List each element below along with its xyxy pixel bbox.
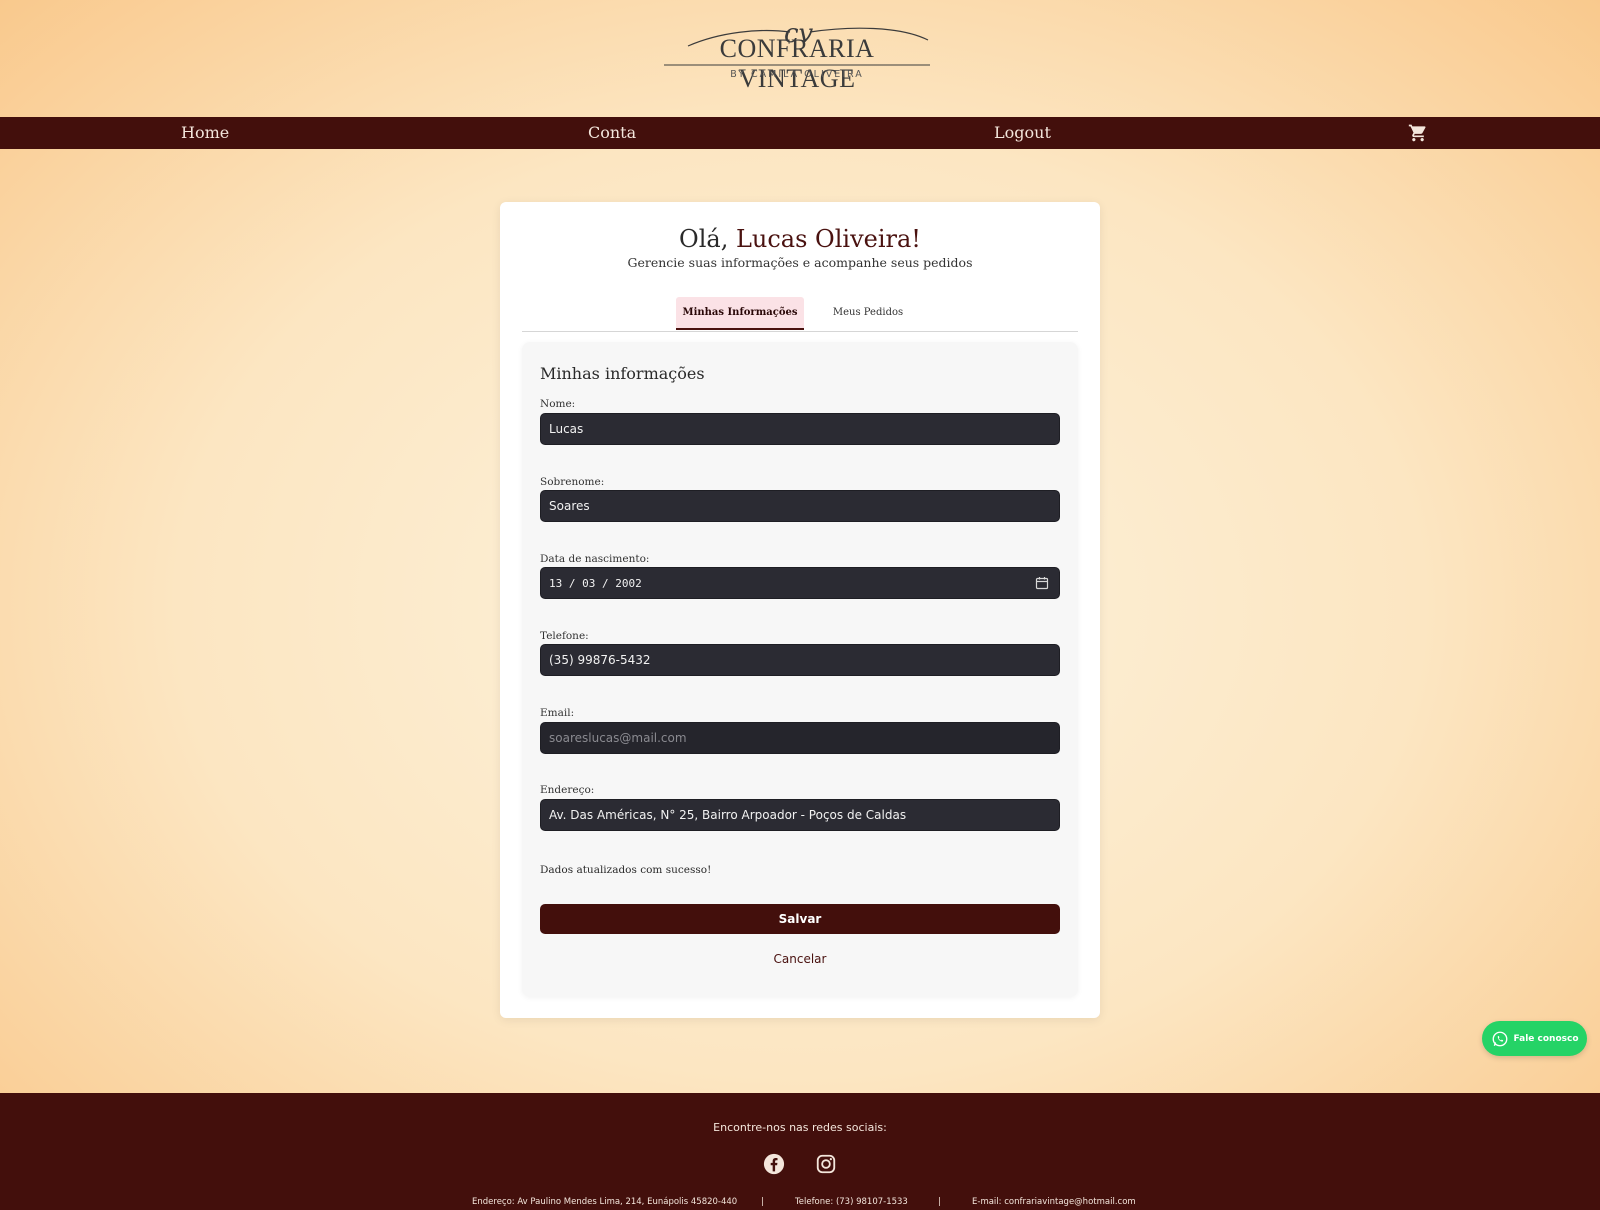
shopping-cart-icon[interactable] xyxy=(1408,123,1428,143)
profile-card: Olá, Lucas Oliveira! Gerencie suas infor… xyxy=(500,202,1100,1018)
nav-account[interactable]: Conta xyxy=(588,123,636,142)
facebook-icon[interactable] xyxy=(763,1153,785,1175)
brand-name: CONFRARIA VINTAGE xyxy=(719,34,875,93)
tab-my-information[interactable]: Minhas Informações xyxy=(676,297,804,330)
footer-email: E-mail: confrariavintage@hotmail.com xyxy=(972,1197,1136,1207)
greeting-prefix: Olá, xyxy=(679,225,736,253)
brand-byline: BY CAMILA OLIVEIRA xyxy=(730,69,864,80)
calendar-icon[interactable] xyxy=(1035,576,1049,590)
first-name-label: Nome: xyxy=(540,398,576,410)
main-nav: Home Conta Logout xyxy=(0,117,1600,149)
instagram-icon[interactable] xyxy=(815,1153,837,1175)
social-title: Encontre-nos nas redes sociais: xyxy=(713,1121,887,1134)
nav-logout[interactable]: Logout xyxy=(994,123,1051,142)
page-subtitle: Gerencie suas informações e acompanhe se… xyxy=(627,255,973,270)
save-button[interactable]: Salvar xyxy=(540,904,1060,934)
footer-separator: | xyxy=(938,1197,941,1207)
footer: Encontre-nos nas redes sociais: Endereço… xyxy=(0,1093,1600,1210)
birth-date-value: 13 / 03 / 2002 xyxy=(549,576,642,590)
header: cv CONFRARIA VINTAGE BY CAMILA OLIVEIRA xyxy=(0,0,1600,117)
nav-home[interactable]: Home xyxy=(181,123,229,142)
email-input[interactable]: soareslucas@mail.com xyxy=(540,722,1060,754)
phone-label: Telefone: xyxy=(540,630,589,642)
page-title: Olá, Lucas Oliveira! xyxy=(500,225,1100,253)
profile-form: Minhas informações Nome: Lucas Sobrenome… xyxy=(522,342,1078,997)
footer-address: Endereço: Av Paulino Mendes Lima, 214, E… xyxy=(472,1197,738,1207)
greeting-user-name: Lucas Oliveira! xyxy=(735,225,921,253)
brand-logo[interactable]: cv CONFRARIA VINTAGE BY CAMILA OLIVEIRA xyxy=(660,18,934,93)
cancel-link[interactable]: Cancelar xyxy=(522,952,1078,966)
footer-separator: | xyxy=(761,1197,764,1207)
tab-my-orders[interactable]: Meus Pedidos xyxy=(818,297,918,330)
profile-tabs: Minhas Informações Meus Pedidos xyxy=(522,297,1078,332)
address-input[interactable]: Av. Das Américas, N° 25, Bairro Arpoador… xyxy=(540,799,1060,831)
first-name-input[interactable]: Lucas xyxy=(540,413,1060,445)
phone-input[interactable]: (35) 99876-5432 xyxy=(540,644,1060,676)
last-name-input[interactable]: Soares xyxy=(540,490,1060,522)
success-message: Dados atualizados com sucesso! xyxy=(540,864,712,876)
email-label: Email: xyxy=(540,707,575,719)
whatsapp-icon xyxy=(1491,1030,1509,1048)
address-label: Endereço: xyxy=(540,784,595,796)
whatsapp-label: Fale conosco xyxy=(1513,1033,1579,1044)
footer-phone: Telefone: (73) 98107-1533 xyxy=(795,1197,908,1207)
last-name-label: Sobrenome: xyxy=(540,476,605,488)
birth-date-label: Data de nascimento: xyxy=(540,553,650,565)
section-title: Minhas informações xyxy=(540,364,705,383)
whatsapp-contact-button[interactable]: Fale conosco xyxy=(1482,1021,1587,1056)
birth-date-input[interactable]: 13 / 03 / 2002 xyxy=(540,567,1060,599)
